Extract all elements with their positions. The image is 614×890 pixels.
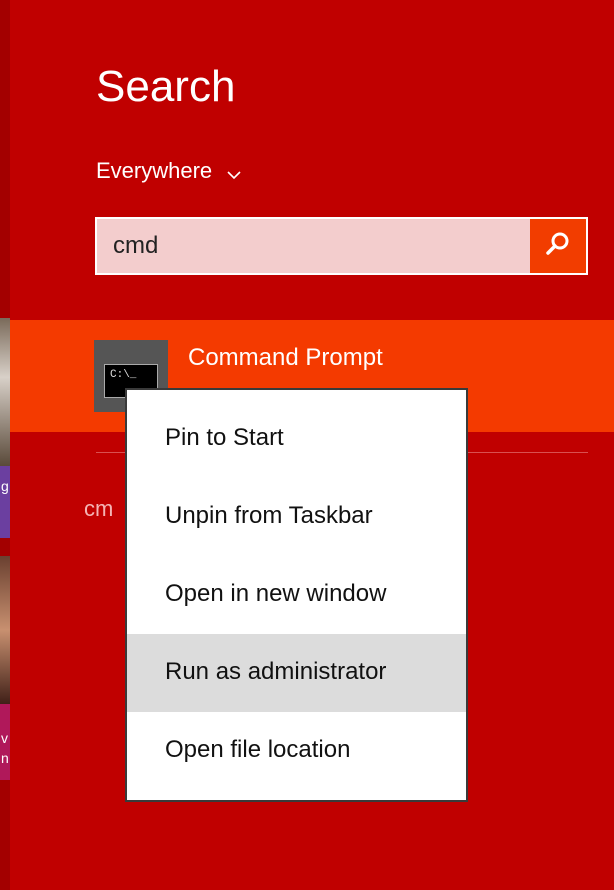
tile-label-fragment: n: [1, 750, 9, 766]
menu-item-pin-to-start[interactable]: Pin to Start: [127, 400, 466, 478]
start-tile: [0, 318, 10, 466]
tile-label-fragment: v: [1, 730, 8, 746]
search-icon: [545, 231, 571, 262]
start-tile: [0, 466, 10, 538]
search-suggestion[interactable]: cm: [84, 496, 113, 522]
search-input[interactable]: [97, 219, 529, 273]
search-button[interactable]: [530, 219, 586, 273]
menu-item-run-as-administrator[interactable]: Run as administrator: [127, 634, 466, 712]
tile-label-fragment: g: [1, 478, 9, 494]
context-menu: Pin to Start Unpin from Taskbar Open in …: [125, 388, 468, 802]
start-tile: [0, 556, 10, 704]
menu-item-unpin-from-taskbar[interactable]: Unpin from Taskbar: [127, 478, 466, 556]
search-box: [95, 217, 588, 275]
menu-item-open-file-location[interactable]: Open file location: [127, 712, 466, 790]
search-scope-label: Everywhere: [96, 158, 213, 183]
search-result-label: Command Prompt: [188, 344, 383, 371]
search-scope-dropdown[interactable]: Everywhere: [96, 158, 242, 184]
chevron-down-icon: [226, 163, 242, 180]
search-title: Search: [96, 62, 236, 111]
start-screen-strip: g v n: [0, 0, 10, 890]
menu-item-open-in-new-window[interactable]: Open in new window: [127, 556, 466, 634]
